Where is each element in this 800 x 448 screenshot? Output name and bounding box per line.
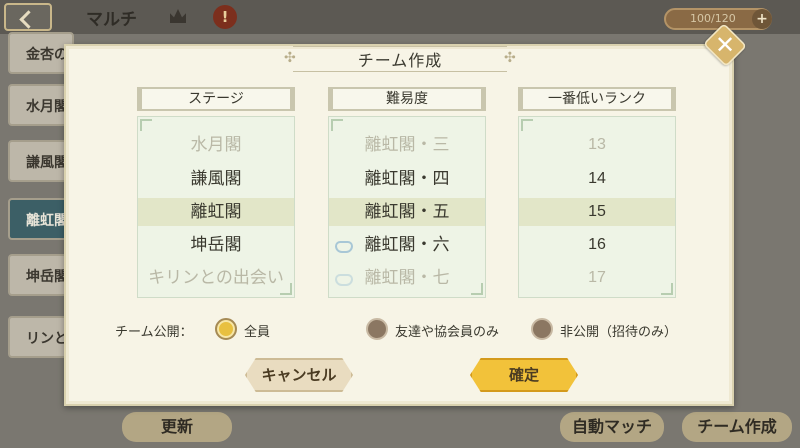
rank-option[interactable]: 13 bbox=[519, 131, 675, 159]
visibility-everyone-radio[interactable] bbox=[215, 318, 237, 340]
difficulty-option-selected[interactable]: 離虹閣・五 bbox=[329, 198, 485, 226]
stage-option[interactable]: 謙風閣 bbox=[138, 165, 294, 193]
difficulty-option[interactable]: 離虹閣・三 bbox=[329, 131, 485, 159]
visibility-private-radio[interactable] bbox=[531, 318, 553, 340]
close-icon[interactable]: ✕ bbox=[704, 26, 746, 64]
create-team-button-bg[interactable]: チーム作成 bbox=[682, 412, 792, 442]
rank-option[interactable]: 14 bbox=[519, 165, 675, 193]
rank-option[interactable]: 17 bbox=[519, 264, 675, 292]
cancel-button-label[interactable]: キャンセル bbox=[245, 358, 353, 392]
visibility-everyone-label[interactable]: 全員 bbox=[244, 321, 270, 340]
difficulty-header: 難易度 bbox=[328, 87, 486, 111]
top-bar: マルチ ! 100/120 + bbox=[0, 0, 800, 34]
visibility-friends-label[interactable]: 友達や協会員のみ bbox=[395, 321, 499, 340]
stage-header: ステージ bbox=[137, 87, 295, 111]
party-icon bbox=[335, 241, 353, 253]
visibility-private-label[interactable]: 非公開（招待のみ） bbox=[560, 321, 677, 340]
difficulty-option[interactable]: 離虹閣・四 bbox=[329, 165, 485, 193]
dialog-title: チーム作成 bbox=[357, 51, 443, 70]
visibility-friends-radio[interactable] bbox=[366, 318, 388, 340]
refresh-button[interactable]: 更新 bbox=[122, 412, 232, 442]
screen-title: マルチ bbox=[86, 10, 137, 30]
stage-option[interactable]: 水月閣 bbox=[138, 131, 294, 159]
stage-option-selected[interactable]: 離虹閣 bbox=[138, 198, 294, 226]
plus-icon[interactable]: + bbox=[752, 9, 772, 29]
back-button[interactable] bbox=[4, 3, 52, 31]
min-rank-picker[interactable]: 13 14 15 16 17 bbox=[518, 116, 676, 298]
rank-option[interactable]: 16 bbox=[519, 231, 675, 259]
alert-icon[interactable]: ! bbox=[213, 5, 237, 29]
party-icon bbox=[335, 274, 353, 286]
rank-option-selected[interactable]: 15 bbox=[519, 198, 675, 226]
visibility-label: チーム公開： bbox=[115, 325, 193, 340]
min-rank-header: 一番低いランク bbox=[518, 87, 676, 111]
stage-option[interactable]: 坤岳閣 bbox=[138, 231, 294, 259]
stage-picker[interactable]: 水月閣 謙風閣 離虹閣 坤岳閣 キリンとの出会い bbox=[137, 116, 295, 298]
stage-option[interactable]: キリンとの出会い bbox=[138, 264, 294, 292]
crown-icon[interactable] bbox=[170, 9, 186, 23]
auto-match-button[interactable]: 自動マッチ bbox=[560, 412, 664, 442]
stamina-value: 100/120 bbox=[690, 12, 736, 25]
difficulty-picker[interactable]: 離虹閣・三 離虹閣・四 離虹閣・五 離虹閣・六 離虹閣・七 bbox=[328, 116, 486, 298]
confirm-button-label[interactable]: 確定 bbox=[470, 358, 578, 392]
